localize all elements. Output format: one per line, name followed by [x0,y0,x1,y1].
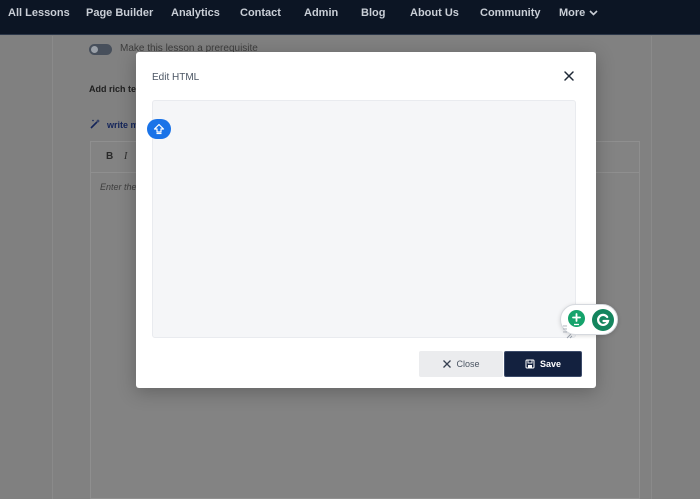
grammarly-add-button[interactable] [568,310,585,327]
magic-wand-icon[interactable] [89,118,101,130]
editor-placeholder: Enter the [100,182,137,192]
grammarly-widget [560,304,618,335]
italic-button[interactable]: I [124,151,127,162]
nav-community[interactable]: Community [480,7,541,19]
nav-page-builder[interactable]: Page Builder [86,7,153,19]
nav-analytics[interactable]: Analytics [171,7,220,19]
top-navigation: All Lessons Page Builder Analytics Conta… [0,0,700,35]
nav-blog[interactable]: Blog [361,7,385,19]
close-x-icon [443,360,452,368]
close-button-label: Close [456,359,480,369]
chevron-down-icon [589,10,598,16]
drag-handle-icon[interactable] [563,325,567,333]
nav-all-lessons[interactable]: All Lessons [8,7,70,19]
upload-arrow-icon [153,123,165,135]
bold-button[interactable]: B [106,151,113,162]
prerequisite-toggle[interactable] [89,44,112,55]
close-icon[interactable] [562,69,576,83]
write-with-ai-link[interactable]: write m [107,120,139,130]
save-button-label: Save [539,359,562,369]
html-code-input[interactable] [152,100,576,338]
nav-more[interactable]: More [559,7,598,19]
grammarly-icon [597,313,610,326]
edit-html-modal: Edit HTML Close Save [136,52,596,388]
save-button[interactable]: Save [504,351,582,377]
close-button[interactable]: Close [419,351,503,377]
add-icon [572,312,581,325]
upload-float-button[interactable] [147,119,171,139]
grammarly-button[interactable] [592,309,614,331]
nav-about-us[interactable]: About Us [410,7,459,19]
nav-admin[interactable]: Admin [304,7,338,19]
nav-contact[interactable]: Contact [240,7,281,19]
save-icon [525,359,535,369]
nav-more-label: More [559,7,586,19]
modal-title: Edit HTML [152,72,200,83]
rich-text-label: Add rich te [89,84,137,94]
